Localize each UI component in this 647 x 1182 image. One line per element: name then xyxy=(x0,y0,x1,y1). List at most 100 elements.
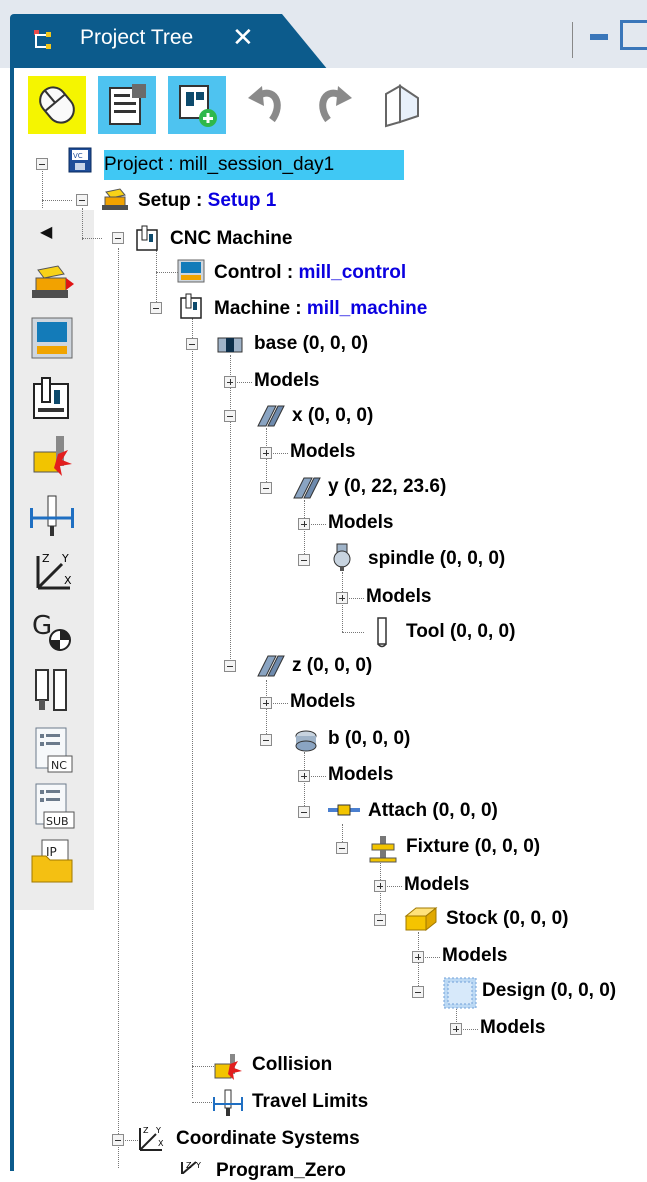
attach-collapse-toggle[interactable] xyxy=(298,806,310,818)
project-node[interactable]: Project : mill_session_day1 xyxy=(104,154,334,176)
spindle-models-node[interactable]: Models xyxy=(366,586,431,608)
fixture-models-node[interactable]: Models xyxy=(404,874,469,896)
control-button[interactable] xyxy=(28,314,76,362)
design-icon xyxy=(443,977,477,1009)
b-collapse-toggle[interactable] xyxy=(260,734,272,746)
select-mode-button[interactable] xyxy=(28,76,86,134)
setup-button[interactable] xyxy=(28,256,76,304)
spindle-models-expand-toggle[interactable] xyxy=(336,592,348,604)
models-label: Models xyxy=(328,512,394,533)
machine-node[interactable]: Machine : mill_machine xyxy=(214,298,427,320)
stock-models-node[interactable]: Models xyxy=(442,945,507,967)
b-node[interactable]: b (0, 0, 0) xyxy=(328,728,410,750)
x-models-expand-toggle[interactable] xyxy=(260,447,272,459)
base-icon xyxy=(217,337,243,353)
tool-icon xyxy=(377,617,387,648)
x-collapse-toggle[interactable] xyxy=(224,410,236,422)
ip-folder-button[interactable]: IP xyxy=(28,838,76,886)
machine-collapse-toggle[interactable] xyxy=(150,302,162,314)
design-collapse-toggle[interactable] xyxy=(412,986,424,998)
svg-text:Z: Z xyxy=(143,1126,149,1135)
add-component-button[interactable] xyxy=(168,76,226,134)
coordinate-systems-icon: Z YX xyxy=(36,552,72,590)
setup-collapse-toggle[interactable] xyxy=(76,194,88,206)
z-node[interactable]: z (0, 0, 0) xyxy=(292,655,372,677)
tab-title: Project Tree xyxy=(80,26,194,49)
fixture-node[interactable]: Fixture (0, 0, 0) xyxy=(406,836,540,858)
collision-node[interactable]: Collision xyxy=(252,1054,332,1076)
collapse-arrow-icon[interactable]: ◀ xyxy=(40,222,52,242)
svg-text:G: G xyxy=(32,611,52,641)
y-collapse-toggle[interactable] xyxy=(260,482,272,494)
collision-button[interactable] xyxy=(28,432,76,480)
project-collapse-toggle[interactable] xyxy=(36,158,48,170)
base-models-expand-toggle[interactable] xyxy=(224,376,236,388)
nc-programs-button[interactable]: NC xyxy=(28,726,76,774)
b-axis-icon xyxy=(295,730,317,752)
z-collapse-toggle[interactable] xyxy=(224,660,236,672)
close-icon[interactable]: ✕ xyxy=(232,22,254,53)
design-models-expand-toggle[interactable] xyxy=(450,1023,462,1035)
tools-button[interactable] xyxy=(28,666,76,714)
stock-node[interactable]: Stock (0, 0, 0) xyxy=(446,908,569,930)
control-node-icon xyxy=(177,259,205,283)
base-collapse-toggle[interactable] xyxy=(186,338,198,350)
design-node[interactable]: Design (0, 0, 0) xyxy=(482,980,616,1002)
fixture-models-expand-toggle[interactable] xyxy=(374,880,386,892)
mouse-icon xyxy=(39,86,75,124)
base-models-node[interactable]: Models xyxy=(254,370,319,392)
spindle-icon xyxy=(333,543,351,571)
minimize-icon[interactable] xyxy=(590,34,608,40)
g-code-offsets-button[interactable]: G xyxy=(28,608,76,656)
coordinate-systems-collapse-toggle[interactable] xyxy=(112,1134,124,1146)
control-node[interactable]: Control : mill_control xyxy=(214,262,406,284)
spindle-collapse-toggle[interactable] xyxy=(298,554,310,566)
machine-button[interactable] xyxy=(28,374,76,422)
setup-node[interactable]: Setup : Setup 1 xyxy=(138,190,276,212)
b-models-expand-toggle[interactable] xyxy=(298,770,310,782)
b-models-node[interactable]: Models xyxy=(328,764,393,786)
view-icon xyxy=(385,84,419,128)
fixture-collapse-toggle[interactable] xyxy=(336,842,348,854)
y-node[interactable]: y (0, 22, 23.6) xyxy=(328,476,446,498)
machine-label: Machine : xyxy=(214,298,302,319)
travel-limits-label: Travel Limits xyxy=(252,1091,369,1112)
undo-button[interactable] xyxy=(238,76,296,134)
cnc-machine-node[interactable]: CNC Machine xyxy=(170,228,292,250)
collision-label: Collision xyxy=(252,1054,333,1075)
attach-node[interactable]: Attach (0, 0, 0) xyxy=(368,800,498,822)
z-models-expand-toggle[interactable] xyxy=(260,697,272,709)
coordinate-systems-button[interactable]: ZYX xyxy=(28,548,76,596)
models-label: Models xyxy=(442,945,508,966)
stock-icon xyxy=(404,906,438,932)
program-zero-icon: ZY xyxy=(181,1161,201,1174)
setup-label: Setup : xyxy=(138,190,203,211)
base-node[interactable]: base (0, 0, 0) xyxy=(254,333,368,355)
z-models-node[interactable]: Models xyxy=(290,691,355,713)
stock-models-expand-toggle[interactable] xyxy=(412,951,424,963)
subroutines-icon: SUB xyxy=(35,783,75,829)
project-icon: VC xyxy=(68,147,92,173)
view-button[interactable] xyxy=(374,76,432,134)
tool-node[interactable]: Tool (0, 0, 0) xyxy=(406,621,515,643)
travel-limits-button[interactable] xyxy=(28,492,76,540)
design-models-node[interactable]: Models xyxy=(480,1017,545,1039)
stock-collapse-toggle[interactable] xyxy=(374,914,386,926)
properties-button[interactable] xyxy=(98,76,156,134)
cnc-machine-collapse-toggle[interactable] xyxy=(112,232,124,244)
y-models-expand-toggle[interactable] xyxy=(298,518,310,530)
y-models-node[interactable]: Models xyxy=(328,512,393,534)
maximize-icon[interactable] xyxy=(620,20,647,50)
subroutines-button[interactable]: SUB xyxy=(28,782,76,830)
nc-programs-icon: NC xyxy=(35,727,73,773)
spindle-node[interactable]: spindle (0, 0, 0) xyxy=(368,548,505,570)
x-models-node[interactable]: Models xyxy=(290,441,355,463)
travel-limits-node-icon xyxy=(213,1089,243,1116)
x-node[interactable]: x (0, 0, 0) xyxy=(292,405,373,427)
program-zero-node[interactable]: Program_Zero xyxy=(216,1160,346,1182)
tab-strip: Project Tree ✕ xyxy=(0,0,647,70)
travel-limits-node[interactable]: Travel Limits xyxy=(252,1091,368,1113)
redo-button[interactable] xyxy=(304,76,362,134)
coordinate-systems-node[interactable]: Coordinate Systems xyxy=(176,1128,360,1150)
coordinate-systems-label: Coordinate Systems xyxy=(176,1128,360,1149)
